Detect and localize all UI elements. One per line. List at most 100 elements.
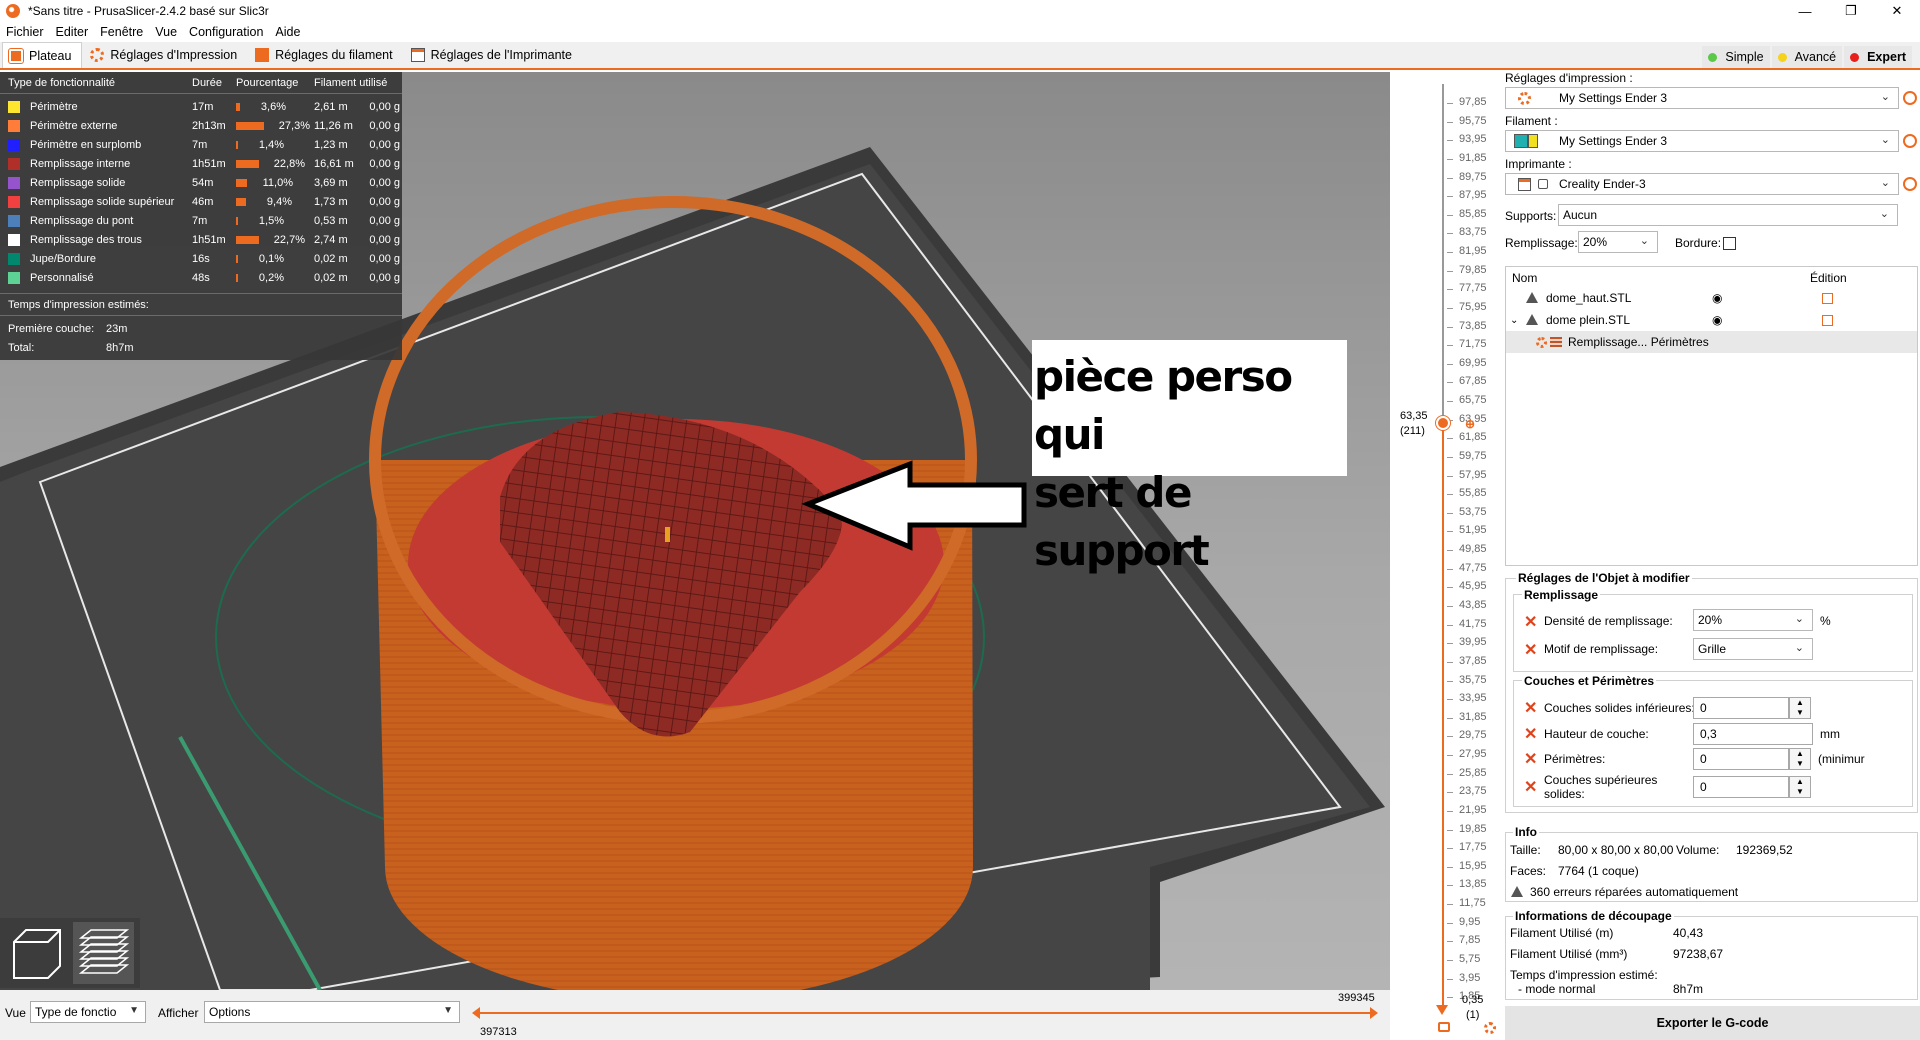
layer-tick-mark [1447, 382, 1453, 383]
remove-setting-icon[interactable]: ✕ [1524, 640, 1537, 660]
perimeters-spinner[interactable]: ▲ ▼ [1789, 748, 1811, 770]
add-color-change-icon[interactable]: ⊕ [1465, 417, 1475, 431]
layer-tick-mark [1447, 718, 1453, 719]
eye-icon[interactable]: ◉ [1712, 291, 1722, 305]
filament-select[interactable]: My Settings Ender 3 ⌄ [1505, 130, 1899, 152]
chevron-down-icon[interactable]: ⌄ [1510, 315, 1518, 326]
object-row-dome-haut[interactable]: dome_haut.STL ◉ [1506, 287, 1917, 309]
settings-row-infill-perimeters[interactable]: Remplissage... Périmètres [1506, 331, 1917, 353]
tab-filament-settings[interactable]: Réglages du filament [249, 42, 402, 68]
remove-setting-icon[interactable]: ✕ [1524, 724, 1537, 744]
chevron-down-icon: ⌄ [1880, 177, 1890, 189]
mode-advanced[interactable]: Avancé [1771, 46, 1843, 68]
menu-editer[interactable]: Editer [56, 25, 89, 39]
filament-mm3-label: Filament Utilisé (mm³) [1510, 947, 1628, 961]
brim-checkbox[interactable] [1723, 237, 1736, 250]
bottom-layers-value: 0 [1700, 701, 1707, 715]
cog-icon[interactable] [1484, 1022, 1496, 1034]
mode-simple[interactable]: Simple [1702, 46, 1770, 68]
show-label: Afficher [158, 1006, 199, 1020]
layer-tick-label: 21,95 [1459, 804, 1487, 816]
infill-select[interactable]: 20% ⌄ [1578, 231, 1658, 253]
legend-percent-bar [236, 178, 247, 187]
legend-weight: 0,00 g [369, 195, 400, 208]
menu-aide[interactable]: Aide [275, 25, 300, 39]
legend-swatch [8, 176, 20, 189]
tab-print-settings[interactable]: Réglages d'Impression [84, 42, 247, 68]
layer-tick-mark [1447, 979, 1453, 980]
maximize-button[interactable]: ❐ [1828, 0, 1874, 22]
object-name: dome plein.STL [1546, 313, 1631, 327]
edit-icon[interactable] [1822, 314, 1833, 326]
layer-tick-label: 17,75 [1459, 841, 1487, 853]
legend-row[interactable]: Remplissage des trous 1h51m 22,7% 2,74 m 0,0… [0, 230, 402, 249]
layer-tick-label: 67,85 [1459, 375, 1487, 387]
export-gcode-button[interactable]: Exporter le G-code [1505, 1006, 1920, 1040]
legend-row[interactable]: Périmètre externe 2h13m 27,3% 11,26 m 0,00 g [0, 116, 402, 135]
minimize-button[interactable]: — [1782, 0, 1828, 22]
lower-thumb[interactable] [1436, 1005, 1448, 1015]
legend-row[interactable]: Remplissage solide supérieur 46m 9,4% 1,73 … [0, 192, 402, 211]
edit-print-settings-icon[interactable] [1903, 91, 1917, 105]
lock-icon [1538, 179, 1548, 189]
supports-select[interactable]: Aucun ⌄ [1558, 204, 1898, 226]
edit-printer-icon[interactable] [1903, 177, 1917, 191]
legend-header-time: Durée [192, 76, 222, 89]
legend-percent: 11,0% [262, 176, 293, 189]
menu-fichier[interactable]: Fichier [6, 25, 44, 39]
tab-plateau[interactable]: Plateau [2, 42, 83, 68]
bottom-layers-spinner[interactable]: ▲ ▼ [1789, 697, 1811, 719]
show-options-select[interactable]: Options ▼ [204, 1001, 460, 1023]
print-settings-select[interactable]: My Settings Ender 3 ⌄ [1505, 87, 1899, 109]
perimeters-input[interactable]: 0 [1693, 748, 1789, 770]
3d-view-button[interactable] [6, 922, 67, 984]
top-layers-spinner[interactable]: ▲ ▼ [1789, 776, 1811, 798]
remove-setting-icon[interactable]: ✕ [1524, 749, 1537, 769]
menu-configuration[interactable]: Configuration [189, 25, 263, 39]
legend-length: 2,61 m [314, 100, 348, 113]
bottom-layers-input[interactable]: 0 [1693, 697, 1789, 719]
remove-setting-icon[interactable]: ✕ [1524, 777, 1537, 797]
density-select[interactable]: 20% ⌄ [1693, 609, 1813, 631]
print-settings-value: My Settings Ender 3 [1559, 91, 1668, 105]
preview-button[interactable] [73, 922, 134, 984]
menu-fenetre[interactable]: Fenêtre [100, 25, 143, 39]
upper-thumb[interactable] [1435, 415, 1451, 431]
layer-height-input[interactable]: 0,3 [1693, 723, 1813, 745]
layer-tick-label: 13,85 [1459, 878, 1487, 890]
layer-tick-mark [1447, 997, 1453, 998]
show-options-value: Options [209, 1005, 251, 1019]
edit-filament-icon[interactable] [1903, 134, 1917, 148]
remove-setting-icon[interactable]: ✕ [1524, 612, 1537, 632]
layer-tick-mark [1447, 327, 1453, 328]
mode-expert[interactable]: Expert [1844, 46, 1912, 68]
annotation-label: pièce perso qui sert de support [1032, 340, 1347, 575]
legend-row[interactable]: Périmètre 17m 3,6% 2,61 m 0,00 g [0, 97, 402, 116]
legend-row[interactable]: Remplissage solide 54m 11,0% 3,69 m 0,00 g [0, 173, 402, 192]
legend-row[interactable]: Personnalisé 48s 0,2% 0,02 m 0,00 g [0, 268, 402, 287]
layer-height-value: 0,3 [1700, 727, 1717, 741]
legend-time: 2h13m [192, 119, 226, 132]
legend-row[interactable]: Périmètre en surplomb 7m 1,4% 1,23 m 0,00 g [0, 135, 402, 154]
layer-tick-mark [1447, 923, 1453, 924]
close-button[interactable]: ✕ [1874, 0, 1920, 22]
legend-row[interactable]: Remplissage interne 1h51m 22,8% 16,61 m 0,00… [0, 154, 402, 173]
legend-row[interactable]: Remplissage du pont 7m 1,5% 0,53 m 0,00 g [0, 211, 402, 230]
lock-icon[interactable] [1438, 1022, 1450, 1032]
brim-label: Bordure: [1675, 236, 1722, 250]
eye-icon[interactable]: ◉ [1712, 313, 1722, 327]
layer-tick-label: 77,75 [1459, 282, 1487, 294]
warning-icon [1511, 886, 1523, 897]
remove-setting-icon[interactable]: ✕ [1524, 698, 1537, 718]
printer-select[interactable]: Creality Ender-3 ⌄ [1505, 173, 1899, 195]
menu-vue[interactable]: Vue [155, 25, 177, 39]
legend-row[interactable]: Jupe/Bordure 16s 0,1% 0,02 m 0,00 g [0, 249, 402, 268]
pattern-select[interactable]: Grille ⌄ [1693, 638, 1813, 660]
layer-tick-label: 73,85 [1459, 320, 1487, 332]
horizontal-slider[interactable] [470, 998, 1380, 1028]
edit-icon[interactable] [1822, 292, 1833, 304]
object-row-dome-plein[interactable]: ⌄ dome plein.STL ◉ [1506, 309, 1917, 331]
view-type-select[interactable]: Type de fonctio ▼ [30, 1001, 146, 1023]
top-layers-input[interactable]: 0 [1693, 776, 1789, 798]
tab-printer-settings[interactable]: Réglages de l'Imprimante [405, 42, 582, 68]
